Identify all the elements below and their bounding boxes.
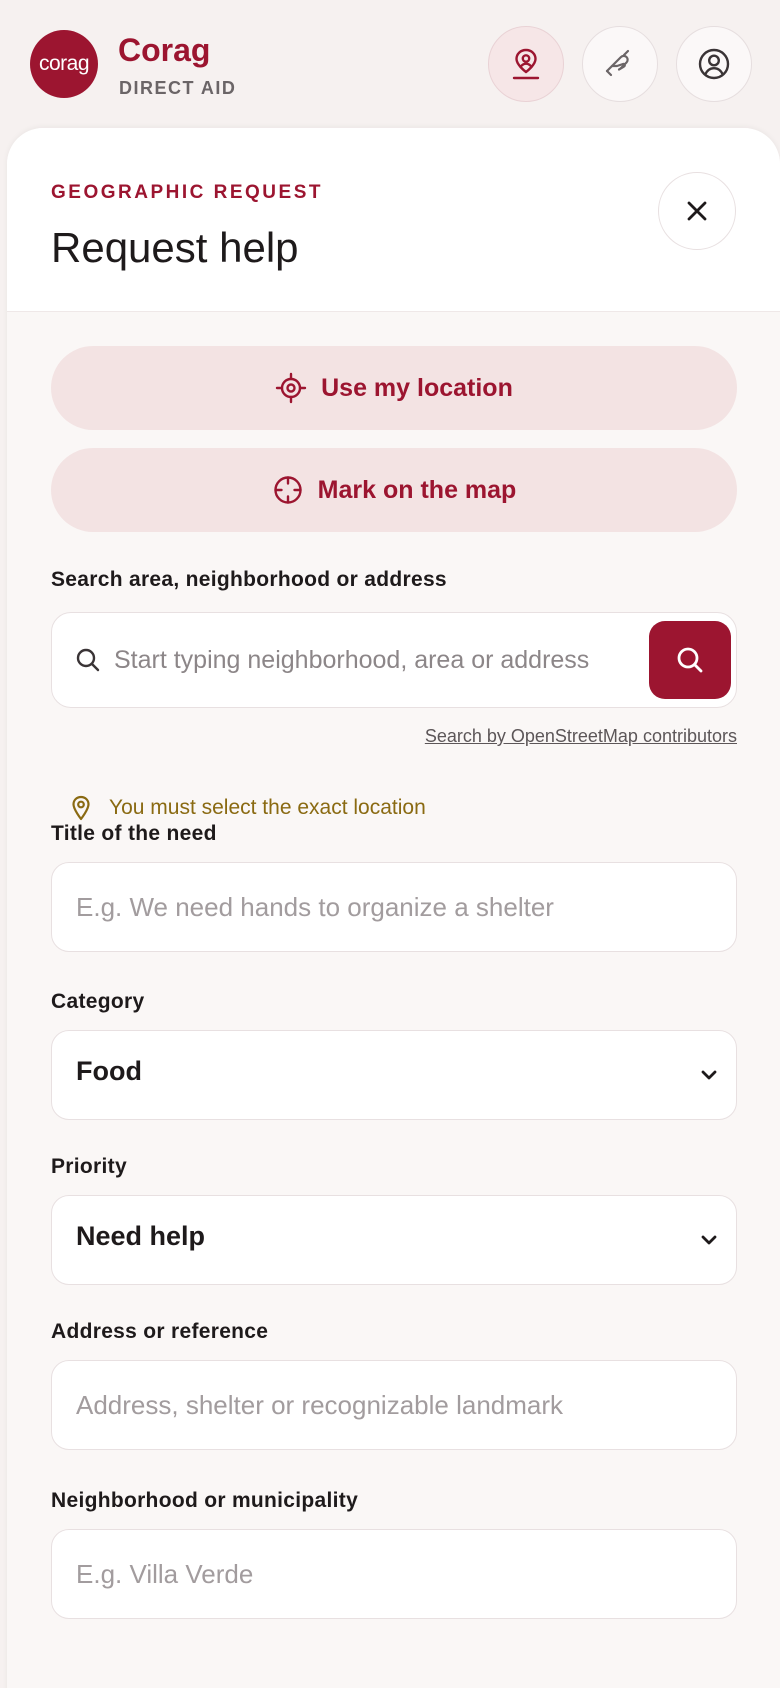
location-pin-icon	[72, 795, 90, 821]
panel-header: GEOGRAPHIC REQUEST Request help	[7, 128, 780, 312]
need-title-label: Title of the need	[51, 822, 217, 845]
request-map-button[interactable]	[488, 26, 564, 102]
close-icon	[687, 201, 707, 221]
map-pin-person-icon	[512, 48, 540, 80]
account-button[interactable]	[676, 26, 752, 102]
brand-subtitle: DIRECT AID	[119, 78, 237, 98]
search-icon	[677, 647, 703, 673]
neighborhood-label: Neighborhood or municipality	[51, 1489, 359, 1512]
category-select[interactable]: Food	[51, 1030, 737, 1120]
use-my-location-label: Use my location	[321, 373, 513, 402]
chevron-down-icon	[701, 1070, 717, 1080]
category-value: Food	[76, 1056, 142, 1086]
priority-label: Priority	[51, 1155, 127, 1178]
user-account-icon	[698, 48, 730, 80]
mark-on-map-button[interactable]: Mark on the map	[51, 448, 737, 532]
location-warning: You must select the exact location	[67, 794, 426, 822]
location-warning-text: You must select the exact location	[109, 796, 426, 819]
panel-eyebrow: GEOGRAPHIC REQUEST	[51, 182, 323, 203]
priority-select[interactable]: Need help	[51, 1195, 737, 1285]
neighborhood-input[interactable]	[76, 1552, 706, 1596]
search-submit-button[interactable]	[649, 621, 731, 699]
address-input[interactable]	[76, 1383, 706, 1427]
crosshair-icon	[275, 372, 307, 404]
target-icon	[273, 476, 302, 504]
address-label: Address or reference	[51, 1320, 269, 1343]
need-title-field	[51, 862, 737, 952]
priority-value: Need help	[76, 1221, 206, 1251]
offer-help-button[interactable]	[582, 26, 658, 102]
helping-hand-icon	[605, 49, 630, 77]
top-bar: corag Corag DIRECT AID	[0, 0, 780, 128]
need-title-input[interactable]	[76, 885, 706, 929]
mark-on-map-label: Mark on the map	[317, 475, 517, 504]
neighborhood-field	[51, 1529, 737, 1619]
brand-logo[interactable]: corag	[30, 30, 98, 98]
request-panel: GEOGRAPHIC REQUEST Request help Use my l…	[7, 128, 780, 1688]
search-box	[51, 612, 737, 708]
category-label: Category	[51, 990, 145, 1013]
app: corag Corag DIRECT AID GEOGRAPHIC REQUES…	[0, 0, 780, 1688]
chevron-down-icon	[701, 1235, 717, 1245]
osm-attribution-link[interactable]: Search by OpenStreetMap contributors	[425, 726, 737, 747]
use-my-location-button[interactable]: Use my location	[51, 346, 737, 430]
search-input[interactable]	[114, 637, 644, 683]
address-field	[51, 1360, 737, 1450]
panel-title: Request help	[51, 224, 299, 271]
brand-name: Corag	[118, 32, 211, 68]
close-button[interactable]	[658, 172, 736, 250]
search-icon	[76, 648, 100, 672]
search-label: Search area, neighborhood or address	[51, 568, 447, 591]
